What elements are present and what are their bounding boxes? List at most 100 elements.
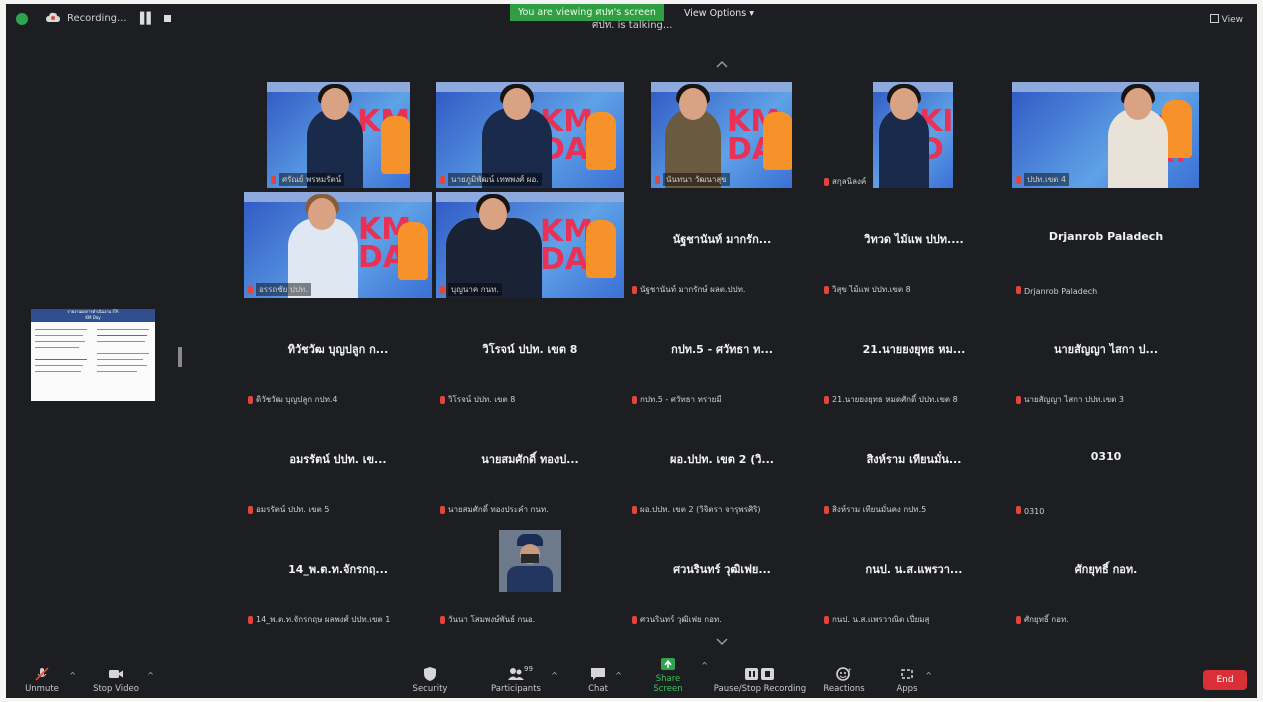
participant-display-name: วิโรจน์ ปปท. เขต 8 (482, 343, 578, 357)
participant-tile[interactable]: วิโรจน์ ปปท. เขต 8 วิโรจน์ ปปท. เขต 8 (436, 302, 624, 408)
chevron-up-icon[interactable]: ^ (925, 671, 932, 680)
chevron-up-icon[interactable] (716, 59, 728, 69)
participant-display-name: นัฐชานันท์ มากรัก... (672, 233, 772, 247)
muted-mic-icon (440, 176, 445, 184)
apps-label: Apps (896, 684, 918, 694)
video-tile[interactable]: KM DAY บุญนาค กนท. (436, 192, 624, 298)
muted-mic-icon (824, 396, 829, 404)
chevron-down-icon[interactable] (716, 637, 728, 647)
reactions-button[interactable]: + Reactions (822, 667, 866, 694)
unmute-label: Unmute (25, 684, 59, 694)
security-shield-icon[interactable] (16, 13, 28, 25)
participant-name: กนป. น.ส.แพรวาณิต เปี่ยมสุ (832, 615, 930, 624)
video-tile[interactable]: KM DAY นายภูมิพัฒน์ เทพพงศ์ ผอ. (436, 82, 624, 188)
view-options-dropdown[interactable]: View Options ▾ (684, 8, 754, 19)
participant-name: ศรัณย์ พรหมรัตน์ (279, 173, 345, 186)
muted-mic-icon (655, 176, 660, 184)
chevron-up-icon[interactable]: ^ (551, 671, 558, 680)
participant-tile[interactable]: 0310 0310 (1012, 412, 1200, 518)
stop-video-button[interactable]: Stop Video ^ (90, 667, 154, 694)
participant-tile[interactable]: Drjanrob Paladech Drjanrob Paladech (1012, 192, 1200, 298)
participants-button[interactable]: Participants 99 ^ (486, 665, 558, 694)
participant-name: ปปท.เขต 4 (1024, 173, 1070, 186)
muted-microphone-icon (35, 667, 49, 681)
video-tile[interactable]: KMDAY ปปท.เขต 4 (1012, 82, 1199, 188)
apps-button[interactable]: Apps ^ (894, 667, 932, 694)
muted-mic-icon (1016, 506, 1021, 514)
chevron-down-icon: ▾ (749, 8, 755, 19)
muted-mic-icon (1016, 396, 1021, 404)
participant-name: นายภูมิพัฒน์ เทพพงศ์ ผอ. (448, 173, 542, 186)
muted-mic-icon (824, 286, 829, 294)
participant-name: สกุลนิลงค์ (832, 177, 867, 186)
participant-name: ผอ.ปปท. เขต 2 (วิจิตรา จารุพรศิริ) (640, 505, 761, 514)
participant-tile[interactable]: ทิวัชวัฒ บุญปลูก ก... ดิวัชวัฒ บุญปลูก ก… (244, 302, 432, 408)
unmute-button[interactable]: Unmute ^ (20, 667, 76, 694)
thumbnail-subtitle: KM Day (85, 315, 101, 320)
participant-name: อรรถชัย ปปท. (256, 283, 311, 296)
participant-tile[interactable]: นายสัญญา ไสกา ป... นายสัญญา ไสกา ปปท.เขต… (1012, 302, 1200, 408)
participant-tile[interactable]: กปท.5 - ศวัทธา ท... กปท.5 - ศวัทธา ทรายม… (628, 302, 816, 408)
chevron-up-icon[interactable]: ^ (701, 661, 708, 670)
security-button[interactable]: Security (410, 667, 450, 694)
security-label: Security (412, 684, 448, 694)
muted-mic-icon (248, 396, 253, 404)
participant-tile[interactable]: 14_พ.ต.ท.จักรกฤ... 14_พ.ต.ท.จักรกฤษ ผลพง… (244, 522, 432, 628)
meeting-toolbar: Unmute ^ Stop Video ^ Security Participa… (6, 656, 1257, 698)
stop-recording-button[interactable] (164, 15, 171, 22)
participant-tile[interactable]: วันนา โสมพงษ์พันธ์ กนอ. (436, 522, 624, 628)
thumbnail-resize-handle[interactable] (178, 347, 182, 367)
end-meeting-button[interactable]: End (1203, 670, 1247, 690)
top-bar: Recording... ▌▌ You are viewing ศปท's sc… (6, 4, 1257, 34)
muted-mic-icon (1016, 286, 1021, 294)
apps-icon (901, 669, 913, 679)
chevron-up-icon[interactable]: ^ (147, 671, 154, 680)
participant-tile[interactable]: ศักยุทธิ์ กอท. ศักยุทธิ์ กอท. (1012, 522, 1200, 628)
participant-name: 0310 (1024, 507, 1045, 516)
video-tile[interactable]: KM DA นันทนา วัฒนาสุข (651, 82, 792, 188)
video-tile[interactable]: KM DAY อรรถชัย ปปท. (244, 192, 432, 298)
participant-tile[interactable]: วิทวด ไม้แพ ปปท.... วิสุข ไม้แพ ปปท.เขต … (820, 192, 1008, 298)
participant-display-name: นายสมศักดิ์ ทองป... (481, 453, 579, 467)
participant-display-name: กนป. น.ส.แพรวา... (865, 563, 963, 577)
participant-tile[interactable]: นายสมศักดิ์ ทองป... นายสมศักดิ์ ทองประคำ… (436, 412, 624, 518)
participant-display-name: ศักยุทธิ์ กอท. (1074, 563, 1138, 577)
video-tile[interactable]: KI D (873, 82, 953, 188)
shield-icon (424, 667, 436, 681)
chevron-up-icon[interactable]: ^ (615, 671, 622, 680)
shared-screen-thumbnail[interactable]: รายงานผลการดำเนินงาน ITA KM Day (31, 309, 155, 401)
muted-mic-icon (440, 286, 445, 294)
muted-mic-icon (632, 506, 637, 514)
participant-display-name: 14_พ.ต.ท.จักรกฤ... (288, 563, 388, 577)
pause-stop-recording-button[interactable]: Pause/Stop Recording (712, 667, 808, 694)
participant-tile[interactable]: ศวนรินทร์ วุฒิเฟย... ศวนรินทร์ วุฒิเฟย ก… (628, 522, 816, 628)
video-tile[interactable]: KM ศรัณย์ พรหมรัตน์ (267, 82, 410, 188)
participant-tile[interactable]: กนป. น.ส.แพรวา... กนป. น.ส.แพรวาณิต เปี่… (820, 522, 1008, 628)
participant-tile[interactable]: 21.นายยงยุทธ หม... 21.นายยงยุทธ หมดศักดิ… (820, 302, 1008, 408)
video-camera-icon (109, 670, 123, 678)
participant-display-name: กปท.5 - ศวัทธา ท... (671, 343, 773, 357)
chat-icon (591, 668, 605, 680)
muted-mic-icon (824, 616, 829, 624)
participant-tile[interactable]: อมรรัตน์ ปปท. เข... อมรรัตน์ ปปท. เขต 5 (244, 412, 432, 518)
muted-mic-icon (440, 506, 445, 514)
view-button[interactable]: View (1209, 14, 1243, 25)
participant-tile[interactable]: นัฐชานันท์ มากรัก... นัฐชานันท์ มากรักษ์… (628, 192, 816, 298)
view-options-label: View Options (684, 8, 747, 19)
participant-tile[interactable]: ผอ.ปปท. เขต 2 (วิ... ผอ.ปปท. เขต 2 (วิจิ… (628, 412, 816, 518)
chevron-up-icon[interactable]: ^ (69, 671, 76, 680)
participant-name: วิสุข ไม้แพ ปปท.เขต 8 (832, 285, 911, 294)
participant-name: บุญนาค กนท. (448, 283, 502, 296)
participant-name: 21.นายยงยุทธ หมดศักดิ์ ปปท.เขต 8 (832, 395, 958, 404)
zoom-meeting-window: Recording... ▌▌ You are viewing ศปท's sc… (6, 4, 1257, 698)
grid-view-icon (1209, 14, 1219, 23)
chat-button[interactable]: Chat ^ (586, 667, 622, 694)
recording-status: Recording... (67, 13, 127, 24)
pause-recording-button[interactable]: ▌▌ (140, 12, 155, 25)
share-screen-button[interactable]: Share Screen ^ (640, 657, 708, 694)
participant-display-name: นายสัญญา ไสกา ป... (1053, 343, 1159, 357)
participant-name: ศวนรินทร์ วุฒิเฟย กอท. (640, 615, 722, 624)
participants-label: Participants (491, 684, 541, 694)
active-speaker-label: ศปท. is talking... (592, 20, 673, 31)
participant-tile[interactable]: สิงห์ราม เทียนมั่น... สิงห์ราม เทียนมั่น… (820, 412, 1008, 518)
